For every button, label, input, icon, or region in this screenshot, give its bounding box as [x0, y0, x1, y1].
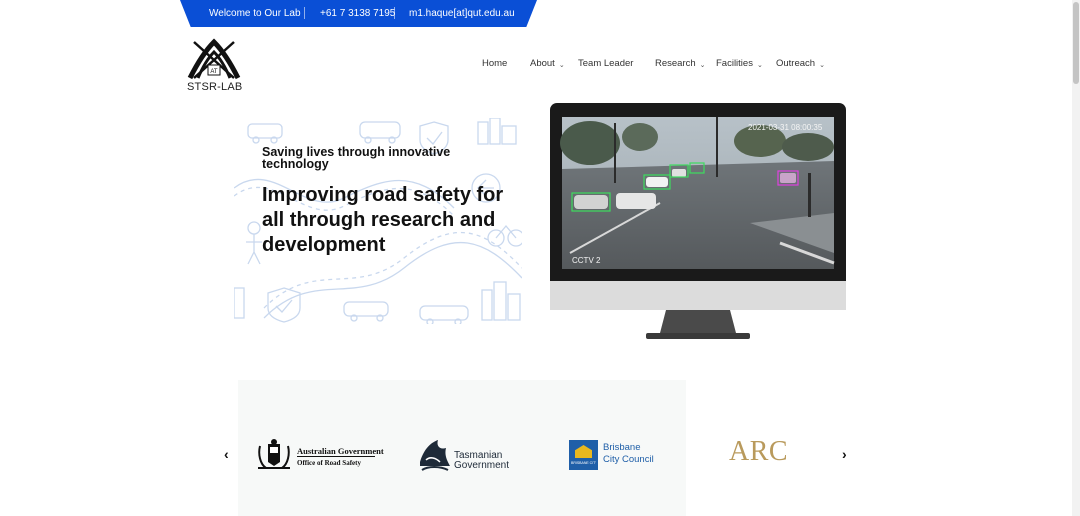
chevron-right-icon[interactable]: ›	[842, 446, 847, 462]
nav-label: Outreach	[776, 58, 816, 69]
nav-label: Team Leader	[578, 58, 634, 69]
nav-item-about[interactable]: About ⌄	[530, 58, 565, 69]
partner-label: City Council	[603, 454, 654, 465]
nav-label: Research	[655, 58, 696, 69]
partner-label: Government	[454, 460, 510, 471]
hero-subtitle: Saving lives through innovative technolo…	[262, 145, 451, 171]
top-info-bar: Welcome to Our Lab +61 7 3138 7195 m1.ha…	[180, 0, 537, 27]
chevron-down-icon: ⌄	[558, 61, 565, 69]
chevron-left-icon[interactable]: ‹	[224, 446, 229, 462]
cctv-monitor-image: 2021-03-31 08:00:35 CCTV 2	[550, 103, 846, 339]
nav-label: Home	[482, 58, 508, 69]
cctv-camera-label: CCTV 2	[572, 256, 601, 265]
tasmanian-government-logo[interactable]: Tasmanian Government	[416, 436, 512, 472]
divider	[304, 7, 305, 19]
email-link[interactable]: m1.haque[at]qut.edu.au	[409, 8, 515, 19]
chevron-down-icon: ⌄	[819, 61, 825, 69]
nav-item-home[interactable]: Home	[482, 58, 507, 69]
page: Welcome to Our Lab +61 7 3138 7195 m1.ha…	[0, 0, 1080, 516]
australian-government-logo[interactable]: Australian Government Office of Road Saf…	[254, 438, 384, 472]
cctv-timestamp: 2021-03-31 08:00:35	[748, 123, 823, 132]
brisbane-badge-text: BRISBANE CITY	[571, 461, 596, 465]
divider	[394, 7, 395, 19]
nav-item-outreach[interactable]: Outreach ⌄	[776, 58, 825, 69]
nav-item-research[interactable]: Research ⌄	[655, 58, 706, 69]
arc-logo[interactable]: ARC	[729, 436, 788, 468]
phone-link[interactable]: +61 7 3138 7195	[320, 8, 395, 19]
divider	[297, 456, 375, 457]
welcome-text: Welcome to Our Lab	[209, 8, 301, 19]
logo-text[interactable]: STSR-LAB	[187, 81, 242, 93]
nav-item-team-leader[interactable]: Team Leader	[578, 58, 633, 69]
coat-of-arms-icon	[258, 439, 290, 469]
chevron-down-icon: ⌄	[756, 61, 763, 69]
scrollbar[interactable]	[1072, 0, 1080, 516]
nav-label: About	[530, 58, 555, 69]
partner-label: Brisbane	[603, 442, 641, 453]
chevron-down-icon: ⌄	[699, 61, 706, 69]
hero-title: Improving road safety for all through re…	[262, 184, 504, 256]
tasmanian-devil-icon	[420, 440, 450, 471]
scrollbar-thumb[interactable]	[1073, 2, 1079, 84]
brisbane-city-council-logo[interactable]: BRISBANE CITY Brisbane City Council	[569, 440, 661, 470]
nav-label: Facilities	[716, 58, 753, 69]
brisbane-crest-icon: BRISBANE CITY	[569, 440, 598, 470]
logo-badge-text: AT	[210, 69, 218, 75]
partner-label: Office of Road Safety	[297, 459, 361, 467]
nav-item-facilities[interactable]: Facilities ⌄	[716, 58, 763, 69]
partner-label: Australian Government	[297, 446, 384, 456]
